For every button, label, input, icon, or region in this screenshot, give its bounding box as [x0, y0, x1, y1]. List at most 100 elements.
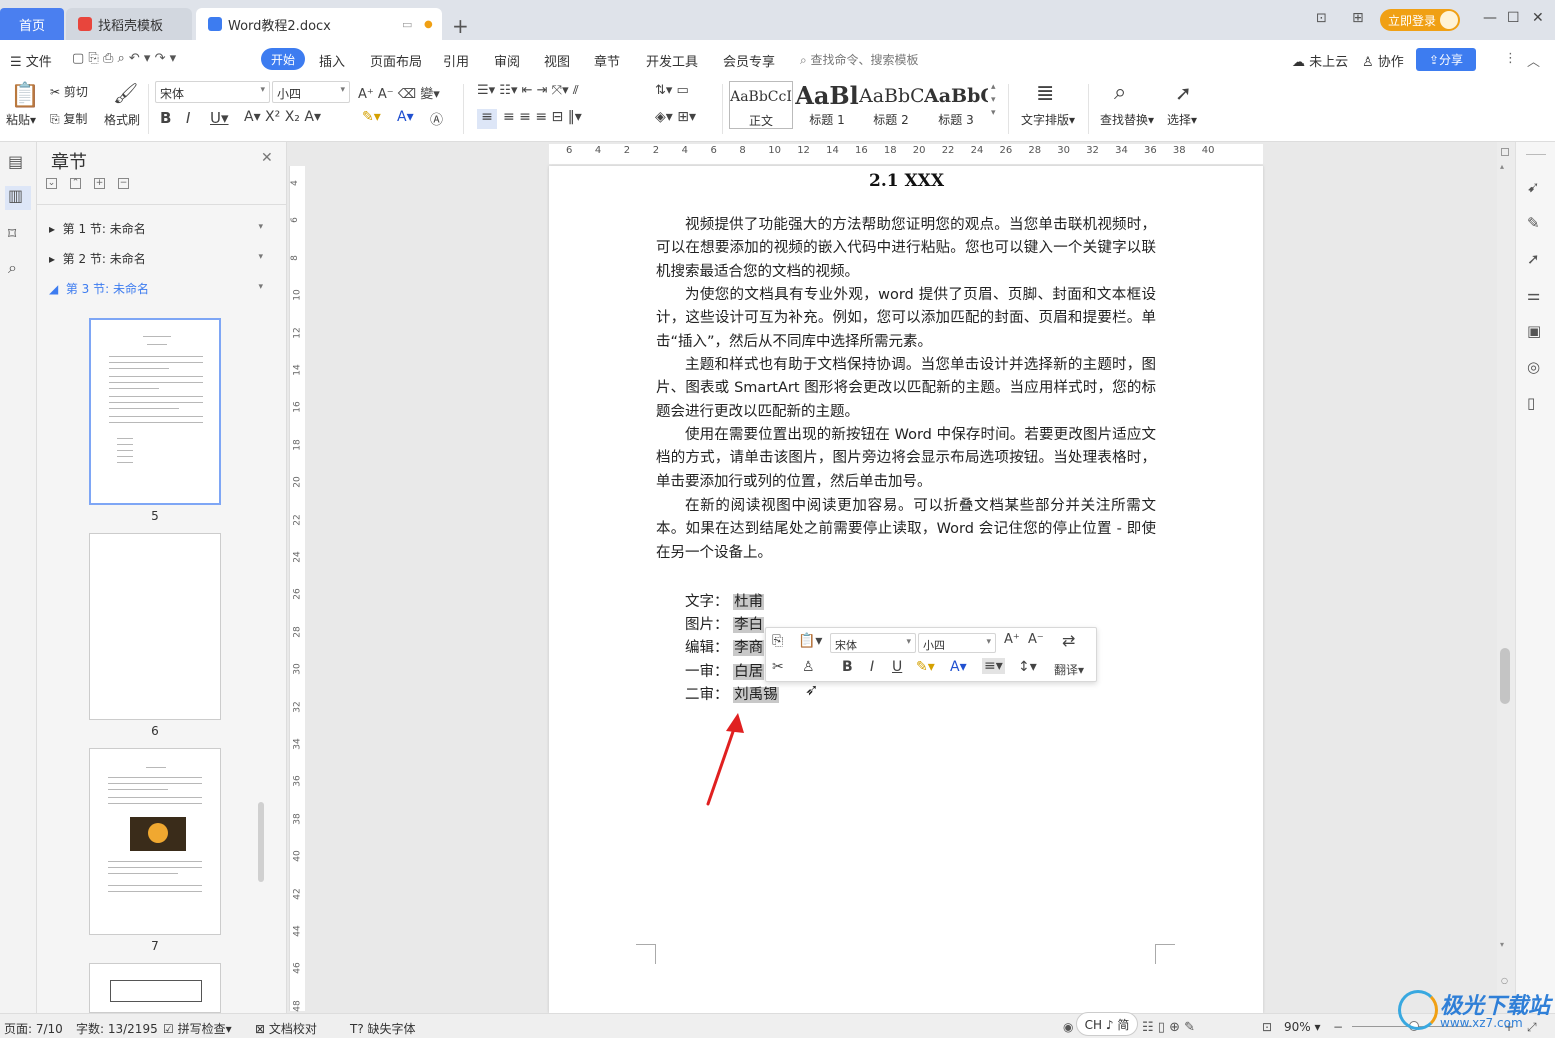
collapse-ribbon-icon[interactable]: ︿ [1527, 51, 1540, 70]
collab-button[interactable]: ♙ 协作 [1362, 51, 1404, 70]
pointer-icon[interactable]: ➚ [1527, 250, 1540, 268]
fullscreen-icon[interactable]: ⤢ [1527, 1020, 1537, 1035]
paste-button[interactable]: 粘贴▾ [6, 111, 36, 128]
italic-icon[interactable]: I [870, 659, 874, 675]
credit-line[interactable]: 二审： 刘禹锡 [685, 683, 779, 704]
paste-icon[interactable]: 📋 [10, 81, 40, 109]
format-painter-button[interactable]: 格式刷 [104, 111, 140, 128]
add-tab-button[interactable]: + [452, 14, 469, 38]
tab-insert[interactable]: 插入 [319, 51, 345, 70]
scroll-down-icon[interactable]: ▾ [1500, 940, 1504, 949]
command-search[interactable]: ⌕ 查找命令、搜索模板 [800, 51, 919, 68]
style-heading-3[interactable]: AaBbC 标题 3 [924, 81, 988, 129]
font-effects-icons[interactable]: A▾ X² X₂ A▾ [244, 109, 321, 125]
italic-icon[interactable]: I [186, 109, 190, 127]
bold-icon[interactable]: B [160, 109, 171, 127]
file-menu[interactable]: ☰ 文件 [10, 51, 52, 70]
credit-value[interactable]: 白居 [733, 664, 765, 680]
page-thumbnail-7[interactable] [89, 748, 221, 935]
zoom-out-icon[interactable]: − [1333, 1020, 1343, 1034]
section-item-3[interactable]: ◢ 第 3 节: 未命名 ▾ [49, 280, 263, 297]
image-tool-icon[interactable]: ▣ [1527, 322, 1541, 340]
align-icons[interactable]: ≡ ≡ ≡ ⊟ ‖▾ [503, 109, 582, 125]
tab-chapter[interactable]: 章节 [594, 51, 620, 70]
underline-icon[interactable]: U▾ [210, 109, 229, 127]
font-size-select[interactable]: 小四 [272, 81, 350, 103]
screen-icon[interactable]: ▭ [402, 18, 412, 31]
doc-heading[interactable]: 2.1 XXX [869, 171, 944, 191]
find-replace-icon[interactable]: ⌕ [1114, 80, 1126, 105]
tab-member[interactable]: 会员专享 [723, 51, 775, 70]
zoom-level[interactable]: 90% ▾ [1284, 1020, 1321, 1034]
scroll-dot-icon[interactable]: ○ [1501, 976, 1508, 985]
tab-document[interactable]: Word教程2.docx ▭ ● [196, 8, 442, 40]
select-cursor-icon[interactable]: ➚ [1175, 81, 1192, 105]
font-color-icon[interactable]: A▾ [950, 659, 967, 675]
tab-references[interactable]: 引用 [443, 51, 469, 70]
bold-icon[interactable]: B [842, 659, 853, 675]
credit-value[interactable]: 杜甫 [733, 594, 765, 610]
format-painter-icon[interactable]: ♙ [802, 659, 815, 675]
ime-indicator[interactable]: CH ♪ 简 [1076, 1012, 1138, 1036]
font-color-icon[interactable]: A▾ [397, 109, 414, 125]
credit-value[interactable]: 李白 [733, 617, 765, 633]
mini-font-size-select[interactable]: 小四 [918, 633, 996, 653]
location-icon[interactable]: ◎ [1527, 358, 1540, 376]
close-window-button[interactable]: ✕ [1532, 10, 1544, 26]
credit-line[interactable]: 文字： 杜甫 [685, 590, 765, 611]
select-button[interactable]: 选择▾ [1167, 111, 1197, 128]
scrollbar-thumb[interactable] [1500, 648, 1510, 704]
quick-access-icons[interactable]: ▢ ⎘ ⎙ ⌕ ↶ ▾ ↷ ▾ [72, 51, 176, 66]
section-item-2[interactable]: ▸ 第 2 节: 未命名 ▾ [49, 250, 263, 267]
underline-icon[interactable]: U [892, 659, 902, 675]
shading-border-icons[interactable]: ◈▾ ⊞▾ [655, 109, 696, 125]
tab-layout[interactable]: 页面布局 [370, 51, 422, 70]
highlight-icon[interactable]: ✎▾ [362, 109, 381, 125]
style-scroll-icon[interactable]: ▴ ▾ ▾ [991, 81, 996, 120]
align-icon[interactable]: ≡▾ [982, 658, 1005, 674]
highlight-icon[interactable]: ✎▾ [916, 659, 935, 675]
page-thumbnail-8[interactable] [89, 963, 221, 1013]
paragraph-list-icons[interactable]: ☰▾ ☷▾ ⇤ ⇥ ⤧▾ ⫽ [477, 83, 579, 98]
cloud-status[interactable]: ☁ 未上云 [1292, 51, 1348, 70]
view-mode-icons[interactable]: ◉ [1063, 1020, 1073, 1034]
document-page[interactable]: 2.1 XXX 视频提供了功能强大的方法帮助您证明您的观点。当您单击联机视频时，… [549, 166, 1263, 1013]
chevron-down-icon[interactable]: ▾ [258, 222, 263, 232]
rocket-icon[interactable]: ➹ [1527, 178, 1540, 196]
share-button[interactable]: ⇪ 分享 [1416, 48, 1476, 71]
style-normal[interactable]: AaBbCcI 正文 [729, 81, 793, 129]
font-grow-shrink-icons[interactable]: A⁺ A⁻ ⌫ 變▾ [358, 83, 440, 102]
book-icon[interactable]: ▯ [1527, 394, 1535, 412]
pane-scrollbar[interactable] [258, 802, 264, 882]
bookmark-icon[interactable]: ⌑ [8, 224, 16, 243]
page-thumbnail-6[interactable] [89, 533, 221, 720]
expand-all-icon[interactable]: ⌃ [70, 178, 81, 189]
tab-review[interactable]: 审阅 [494, 51, 520, 70]
word-count[interactable]: 字数: 13/2195 [76, 1020, 158, 1037]
copy-icon[interactable]: ⎘ [772, 633, 783, 649]
page-thumbnail-5[interactable] [89, 318, 221, 505]
page-indicator[interactable]: 页面: 7/10 [4, 1020, 63, 1037]
credit-value[interactable]: 李商 [733, 640, 765, 656]
proofread-button[interactable]: ⊠ 文档校对 [255, 1020, 317, 1037]
missing-font-button[interactable]: T? 缺失字体 [350, 1020, 416, 1037]
credit-line[interactable]: 编辑： 李商 [685, 636, 765, 657]
maximize-button[interactable]: ☐ [1507, 10, 1520, 26]
style-heading-2[interactable]: AaBbC 标题 2 [859, 81, 923, 129]
sort-table-icons[interactable]: ⇅▾ ▭ [655, 83, 689, 98]
collapse-all-icon[interactable]: ⌄ [46, 178, 57, 189]
char-border-icon[interactable]: Ⓐ [430, 109, 443, 128]
login-button[interactable]: 立即登录 [1380, 9, 1460, 31]
paragraph-4[interactable]: 使用在需要位置出现的新按钮在 Word 中保存时间。若要更改图片适应文档的方式，… [656, 424, 1156, 494]
add-section-icon[interactable]: + [94, 178, 105, 189]
paragraph-3[interactable]: 主题和样式也有助于文档保持协调。当您单击设计并选择新的主题时，图片、图表或 Sm… [656, 354, 1156, 424]
tab-devtools[interactable]: 开发工具 [646, 51, 698, 70]
paragraph-2[interactable]: 为使您的文档具有专业外观，word 提供了页眉、页脚、封面和文本框设计，这些设计… [656, 284, 1156, 354]
translate-button[interactable]: 翻译▾ [1054, 661, 1084, 678]
credit-line[interactable]: 一审： 白居 [685, 660, 765, 681]
paragraph-1[interactable]: 视频提供了功能强大的方法帮助您证明您的观点。当您单击联机视频时，可以在想要添加的… [656, 214, 1156, 284]
search-icon[interactable]: ⌕ [8, 258, 17, 278]
pen-icon[interactable]: ✎ [1527, 214, 1540, 232]
view-layout-icons[interactable]: ☷ ▯ ⊕ ✎ [1142, 1020, 1195, 1035]
minimize-button[interactable]: — [1483, 10, 1497, 26]
